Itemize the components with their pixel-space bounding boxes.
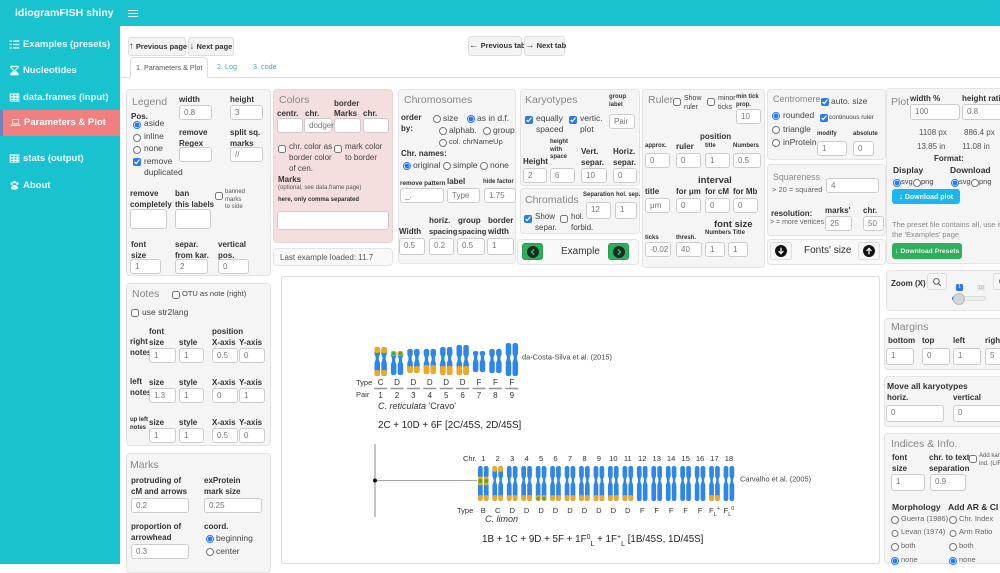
svg-text:D: D bbox=[427, 378, 433, 387]
svg-text:D: D bbox=[538, 506, 544, 515]
svg-text:D: D bbox=[460, 378, 466, 387]
svg-text:1B + 1C + 9D + 5F + 1F0L + 1F+: 1B + 1C + 9D + 5F + 1F0L + 1F+L [1B/45S,… bbox=[482, 534, 704, 548]
svg-text:F: F bbox=[669, 506, 674, 515]
svg-text:D: D bbox=[596, 506, 602, 515]
svg-text:18: 18 bbox=[725, 454, 733, 463]
svg-text:D: D bbox=[524, 506, 530, 515]
svg-text:8: 8 bbox=[582, 454, 586, 463]
svg-text:C. limon: C. limon bbox=[485, 514, 518, 524]
svg-text:Carvalho et al. (2005): Carvalho et al. (2005) bbox=[740, 475, 811, 484]
svg-text:D: D bbox=[553, 506, 559, 515]
svg-text:2C + 10D + 6F [2C/45S, 2D/45S]: 2C + 10D + 6F [2C/45S, 2D/45S] bbox=[378, 420, 522, 431]
svg-text:4: 4 bbox=[525, 454, 529, 463]
svg-text:F: F bbox=[654, 506, 659, 515]
svg-text:10: 10 bbox=[609, 454, 617, 463]
svg-text:F: F bbox=[698, 506, 703, 515]
svg-text:9: 9 bbox=[510, 391, 515, 400]
svg-text:Type: Type bbox=[457, 506, 473, 515]
svg-text:13: 13 bbox=[652, 454, 660, 463]
svg-text:1: 1 bbox=[378, 391, 383, 400]
svg-text:12: 12 bbox=[638, 454, 646, 463]
svg-text:D: D bbox=[567, 506, 573, 515]
svg-text:5: 5 bbox=[444, 391, 449, 400]
svg-text:D: D bbox=[411, 378, 417, 387]
svg-text:da-Costa-Silva et al. (2015): da-Costa-Silva et al. (2015) bbox=[522, 353, 612, 362]
svg-text:D: D bbox=[582, 506, 588, 515]
svg-text:F: F bbox=[640, 506, 645, 515]
svg-text:6: 6 bbox=[460, 391, 465, 400]
svg-text:14: 14 bbox=[667, 454, 675, 463]
svg-text:8: 8 bbox=[493, 391, 498, 400]
svg-text:9: 9 bbox=[597, 454, 601, 463]
svg-text:6: 6 bbox=[553, 454, 557, 463]
svg-text:2: 2 bbox=[496, 454, 500, 463]
svg-text:Pair: Pair bbox=[356, 390, 370, 399]
svg-text:F: F bbox=[477, 378, 482, 387]
svg-text:2: 2 bbox=[395, 391, 400, 400]
svg-text:7: 7 bbox=[477, 391, 482, 400]
svg-text:11: 11 bbox=[624, 454, 632, 463]
svg-text:4: 4 bbox=[428, 391, 433, 400]
svg-text:5: 5 bbox=[539, 454, 543, 463]
svg-text:1: 1 bbox=[481, 454, 485, 463]
svg-text:D: D bbox=[625, 506, 631, 515]
svg-text:Type: Type bbox=[356, 378, 372, 387]
svg-text:F: F bbox=[683, 506, 688, 515]
svg-text:7: 7 bbox=[568, 454, 572, 463]
svg-text:D: D bbox=[611, 506, 617, 515]
svg-text:3: 3 bbox=[510, 454, 514, 463]
svg-text:15: 15 bbox=[681, 454, 689, 463]
svg-text:3: 3 bbox=[411, 391, 416, 400]
svg-text:D: D bbox=[394, 378, 400, 387]
svg-text:FL0: FL0 bbox=[724, 506, 735, 518]
svg-text:17: 17 bbox=[710, 454, 718, 463]
svg-text:C. reticulata 'Cravo': C. reticulata 'Cravo' bbox=[378, 401, 456, 411]
svg-text:Chr.: Chr. bbox=[463, 454, 477, 463]
svg-text:F: F bbox=[493, 378, 498, 387]
svg-text:D: D bbox=[443, 378, 449, 387]
svg-text:F: F bbox=[509, 378, 514, 387]
svg-text:16: 16 bbox=[696, 454, 704, 463]
svg-text:C: C bbox=[378, 378, 384, 387]
svg-text:FL+: FL+ bbox=[709, 506, 720, 518]
